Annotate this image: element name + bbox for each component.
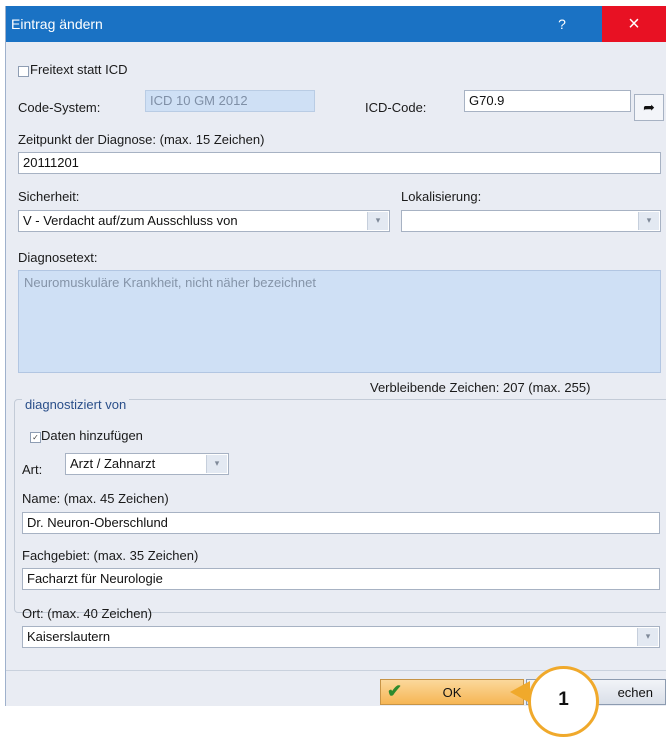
icd-code-label: ICD-Code:: [365, 100, 427, 115]
fachgebiet-input[interactable]: Facharzt für Neurologie: [22, 568, 660, 590]
code-system-label: Code-System:: [18, 100, 101, 115]
art-select[interactable]: Arzt / Zahnarzt ▾: [65, 453, 229, 475]
share-arrow-icon: ➦: [643, 99, 655, 115]
zeitpunkt-input[interactable]: 20111201: [18, 152, 661, 174]
remaining-chars: Verbleibende Zeichen: 207 (max. 255): [370, 380, 591, 395]
sicherheit-value: V - Verdacht auf/zum Ausschluss von: [23, 213, 238, 228]
chevron-down-icon[interactable]: ▾: [206, 455, 227, 473]
art-value: Arzt / Zahnarzt: [70, 456, 156, 471]
cancel-label: echen: [617, 685, 653, 700]
chevron-down-icon[interactable]: ▾: [637, 628, 658, 646]
freitext-label: Freitext statt ICD: [30, 62, 128, 77]
lokalisierung-select[interactable]: ▾: [401, 210, 661, 232]
help-button[interactable]: ?: [540, 6, 584, 42]
diagnosetext-area[interactable]: Neuromuskuläre Krankheit, nicht näher be…: [18, 270, 661, 373]
chevron-down-icon[interactable]: ▾: [638, 212, 659, 230]
group-label: diagnostiziert von: [22, 397, 130, 412]
sicherheit-label: Sicherheit:: [18, 189, 80, 204]
ort-select[interactable]: Kaiserslautern ▾: [22, 626, 660, 648]
ort-label: Ort: (max. 40 Zeichen): [22, 606, 153, 621]
name-label: Name: (max. 45 Zeichen): [22, 491, 169, 506]
chevron-down-icon[interactable]: ▾: [367, 212, 388, 230]
icd-code-input[interactable]: G70.9: [464, 90, 631, 112]
art-label: Art:: [22, 462, 43, 477]
title-bar: Eintrag ändern ? ×: [6, 6, 666, 42]
freitext-checkbox[interactable]: [18, 66, 29, 77]
fachgebiet-label: Fachgebiet: (max. 35 Zeichen): [22, 548, 199, 563]
ort-value: Kaiserslautern: [27, 629, 111, 644]
close-button[interactable]: ×: [602, 6, 666, 42]
code-system-field: ICD 10 GM 2012: [145, 90, 315, 112]
daten-checkbox[interactable]: ✓: [30, 432, 41, 443]
daten-label: Daten hinzufügen: [41, 428, 143, 443]
ok-button[interactable]: ✔ OK: [380, 679, 524, 705]
zeitpunkt-label: Zeitpunkt der Diagnose: (max. 15 Zeichen…: [18, 132, 265, 147]
sicherheit-select[interactable]: V - Verdacht auf/zum Ausschluss von ▾: [18, 210, 390, 232]
dialog-title: Eintrag ändern: [11, 16, 103, 32]
name-input[interactable]: Dr. Neuron-Oberschlund: [22, 512, 660, 534]
callout-pointer: [510, 681, 530, 703]
callout-badge: 1: [528, 666, 599, 737]
edit-entry-dialog: Eintrag ändern ? × Freitext statt ICD Co…: [5, 6, 666, 706]
ok-label: OK: [442, 685, 462, 700]
icd-lookup-button[interactable]: ➦: [634, 94, 664, 121]
diagnosetext-label: Diagnosetext:: [18, 250, 98, 265]
lokalisierung-label: Lokalisierung:: [401, 189, 482, 204]
